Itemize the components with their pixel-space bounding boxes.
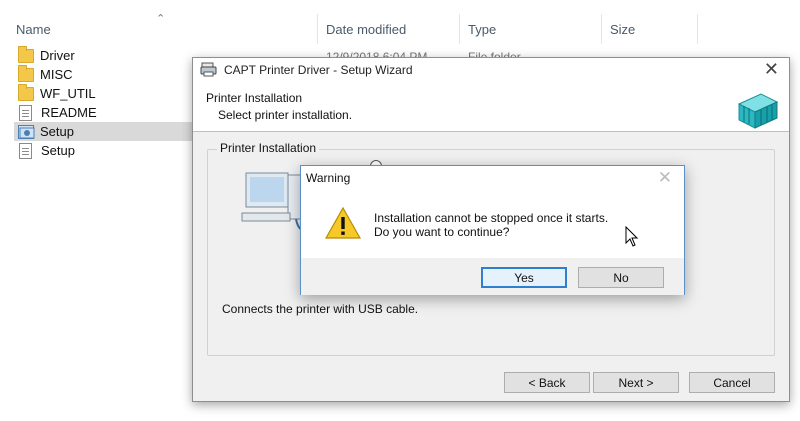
yes-button[interactable]: Yes (481, 267, 567, 288)
wizard-header: Printer Installation Select printer inst… (193, 82, 789, 132)
file-list: Driver MISC WF_UTIL README Setup Setup (14, 45, 194, 160)
file-name: MISC (40, 67, 73, 82)
column-size-label: Size (610, 21, 636, 37)
printer-icon (200, 62, 217, 77)
list-item-wf-util[interactable]: WF_UTIL (14, 83, 194, 103)
column-header-size[interactable]: Size (604, 14, 698, 44)
document-icon (19, 104, 32, 121)
file-name: README (41, 105, 97, 120)
column-name-label: Name (16, 21, 51, 37)
warning-triangle-icon (324, 206, 362, 239)
wizard-title: CAPT Printer Driver - Setup Wizard (224, 63, 413, 77)
folder-icon (18, 83, 34, 101)
wizard-step-title: Printer Installation (206, 91, 303, 105)
wizard-step-subtitle: Select printer installation. (218, 108, 353, 122)
sort-ascending-icon: ⌃ (156, 13, 166, 25)
close-icon[interactable]: ✕ (764, 59, 779, 80)
warning-message-line2: Do you want to continue? (374, 225, 510, 239)
installer-logo-icon (737, 93, 779, 129)
group-label: Printer Installation (217, 141, 320, 155)
next-button[interactable]: Next > (593, 372, 679, 393)
file-name: Driver (40, 48, 75, 63)
warning-message: Installation cannot be stopped once it s… (374, 211, 608, 239)
warning-message-line1: Installation cannot be stopped once it s… (374, 211, 609, 225)
file-name: Setup (41, 143, 75, 158)
no-button[interactable]: No (578, 267, 664, 288)
column-type-label: Type (468, 21, 497, 37)
connection-description: Connects the printer with USB cable. (222, 302, 419, 316)
wizard-title-bar[interactable]: CAPT Printer Driver - Setup Wizard ✕ (193, 58, 789, 82)
column-date-modified-label: Date modified (326, 21, 407, 37)
back-button[interactable]: < Back (504, 372, 590, 393)
file-name: Setup (40, 124, 74, 139)
list-item-misc[interactable]: MISC (14, 64, 194, 84)
setup-config-icon (19, 142, 32, 159)
file-name: WF_UTIL (40, 86, 96, 101)
mouse-cursor-icon (625, 226, 639, 247)
folder-icon (18, 64, 34, 82)
list-item-setup-selected[interactable]: Setup (14, 122, 194, 141)
folder-icon (18, 45, 34, 63)
close-icon[interactable]: ✕ (658, 168, 672, 188)
column-header-date-modified[interactable]: Date modified (320, 14, 460, 44)
list-item-readme[interactable]: README (14, 103, 194, 122)
cancel-button[interactable]: Cancel (689, 372, 775, 393)
warning-title: Warning (306, 171, 351, 185)
column-header-type[interactable]: Type (462, 14, 602, 44)
list-item-setup[interactable]: Setup (14, 141, 194, 160)
list-item-driver[interactable]: Driver (14, 45, 194, 65)
setup-app-icon (18, 124, 35, 139)
warning-title-bar[interactable]: Warning ✕ (301, 166, 684, 190)
